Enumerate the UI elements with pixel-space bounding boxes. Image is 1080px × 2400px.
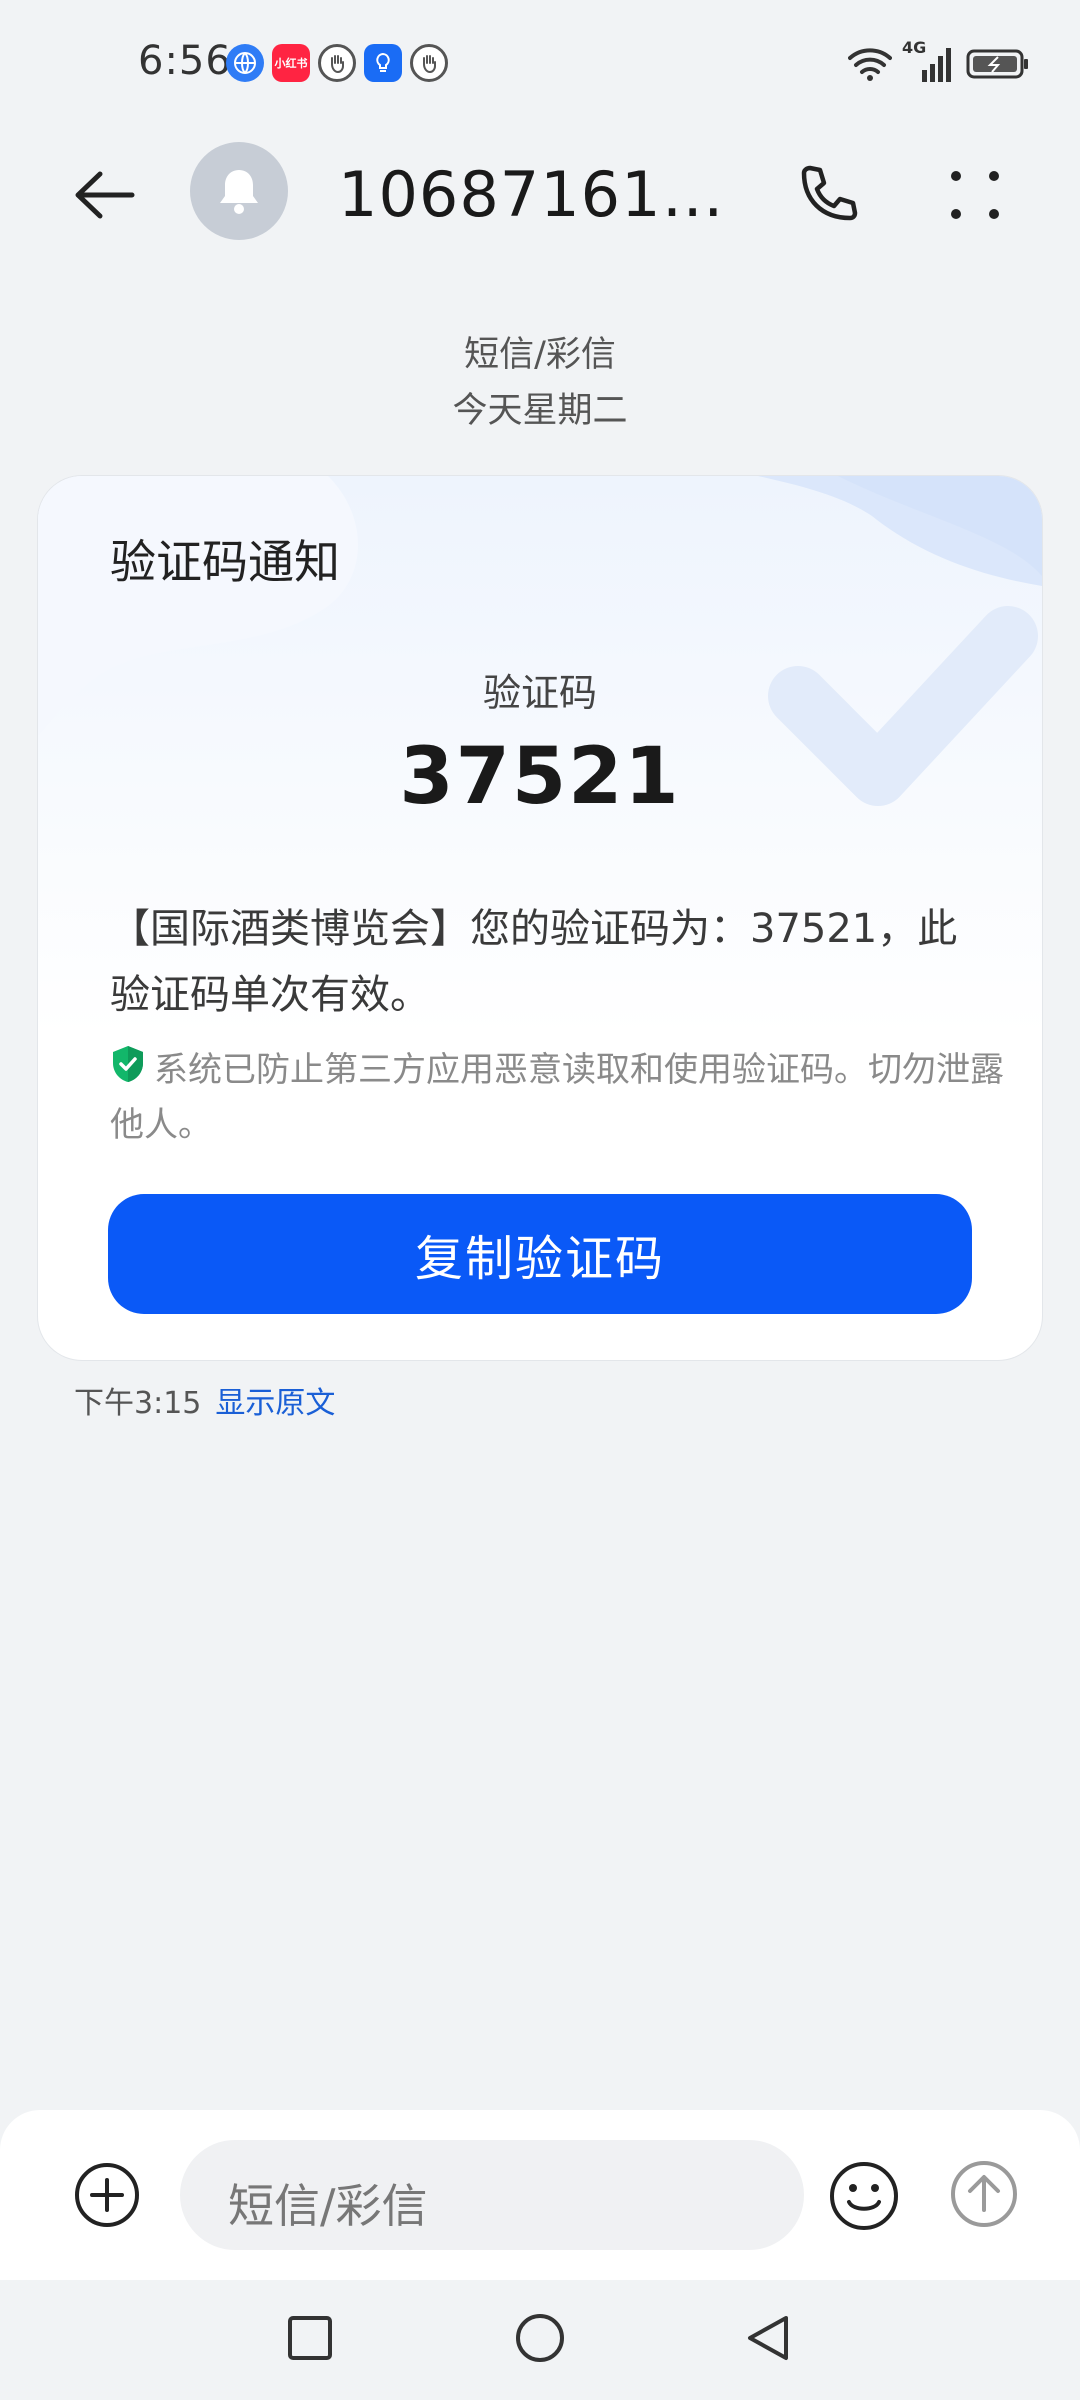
- bulb-icon: [364, 44, 402, 82]
- globe-icon: [226, 44, 264, 82]
- status-time: 6:56: [138, 38, 232, 84]
- date-label: 今天星期二: [452, 391, 628, 431]
- shield-check-icon: [110, 1044, 146, 1099]
- message-input-placeholder: 短信/彩信: [228, 2179, 428, 2233]
- home-icon[interactable]: [514, 2312, 566, 2364]
- battery-icon: [966, 49, 1028, 79]
- wifi-icon: [848, 48, 892, 81]
- message-meta: 下午3:15 显示原文: [74, 1378, 335, 1422]
- system-nav-bar: [0, 2280, 1080, 2400]
- security-note-text: 系统已防止第三方应用恶意读取和使用验证码。切勿泄露他人。: [110, 1050, 1004, 1145]
- verification-code[interactable]: 37521: [38, 732, 1042, 822]
- contact-title: 1068716110...: [338, 158, 758, 231]
- verification-code-card: 验证码通知 验证码 37521 【国际酒类博览会】您的验证码为：37521，此验…: [38, 476, 1042, 1360]
- network-label: 4G: [902, 38, 927, 57]
- status-right-icons: 4G: [848, 38, 1030, 84]
- message-time: 下午3:15: [74, 1386, 202, 1421]
- emoji-icon[interactable]: [828, 2160, 900, 2232]
- message-input[interactable]: 短信/彩信: [180, 2140, 804, 2250]
- status-app-icons: 小红书: [226, 44, 448, 82]
- signal-icon: 4G: [902, 38, 956, 84]
- avatar[interactable]: [190, 142, 288, 240]
- back-arrow-icon[interactable]: [70, 160, 140, 230]
- xiaohongshu-icon: 小红书: [272, 44, 310, 82]
- security-note: 系统已防止第三方应用恶意读取和使用验证码。切勿泄露他人。: [110, 1044, 1010, 1151]
- phone-call-icon[interactable]: [792, 160, 862, 230]
- card-title: 验证码通知: [110, 535, 340, 589]
- send-icon[interactable]: [950, 2160, 1018, 2228]
- add-icon[interactable]: [74, 2162, 140, 2228]
- message-composer: 短信/彩信: [0, 2110, 1080, 2280]
- hand-icon: [410, 44, 448, 82]
- recent-apps-icon[interactable]: [286, 2314, 334, 2362]
- show-original-link[interactable]: 显示原文: [215, 1386, 335, 1421]
- conversation-header: 1068716110...: [0, 130, 1080, 260]
- more-icon[interactable]: [940, 160, 1010, 230]
- bell-icon: [220, 170, 258, 214]
- message-body: 【国际酒类博览会】您的验证码为：37521，此验证码单次有效。: [110, 906, 958, 1018]
- nav-back-icon[interactable]: [742, 2312, 794, 2364]
- hand-icon: [318, 44, 356, 82]
- code-label: 验证码: [482, 671, 597, 715]
- copy-code-button[interactable]: 复制验证码: [108, 1194, 972, 1314]
- message-type-label: 短信/彩信: [464, 335, 616, 375]
- status-bar: 6:56 小红书 4G: [0, 0, 1080, 130]
